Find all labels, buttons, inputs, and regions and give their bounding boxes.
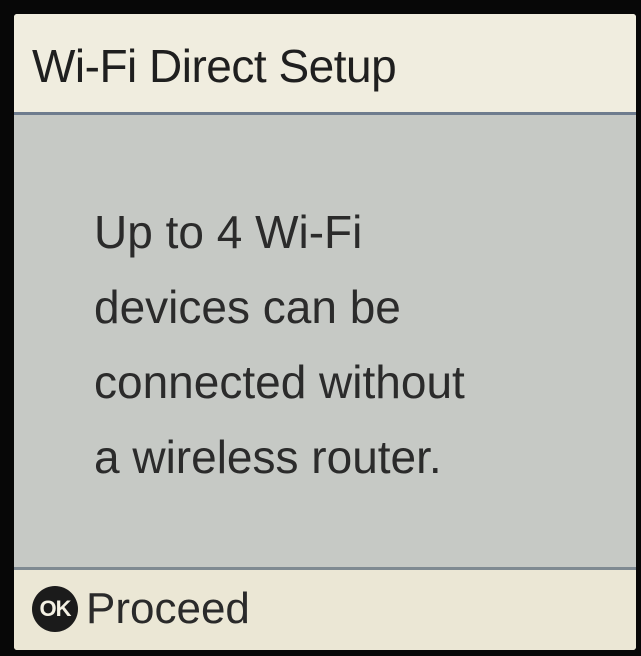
proceed-label: Proceed — [86, 584, 250, 633]
printer-lcd-screen: Wi-Fi Direct Setup Up to 4 Wi-Fi devices… — [14, 14, 636, 650]
proceed-button[interactable]: OK Proceed — [14, 570, 636, 650]
title-bar: Wi-Fi Direct Setup — [14, 14, 636, 115]
message-line-2: devices can be — [94, 281, 401, 333]
message-line-4: a wireless router. — [94, 431, 442, 483]
info-message: Up to 4 Wi-Fi devices can be connected w… — [94, 195, 634, 495]
message-panel: Up to 4 Wi-Fi devices can be connected w… — [14, 115, 636, 570]
message-line-1: Up to 4 Wi-Fi — [94, 206, 363, 258]
message-line-3: connected without — [94, 356, 465, 408]
ok-button-icon: OK — [32, 586, 78, 632]
page-title: Wi-Fi Direct Setup — [32, 40, 397, 92]
